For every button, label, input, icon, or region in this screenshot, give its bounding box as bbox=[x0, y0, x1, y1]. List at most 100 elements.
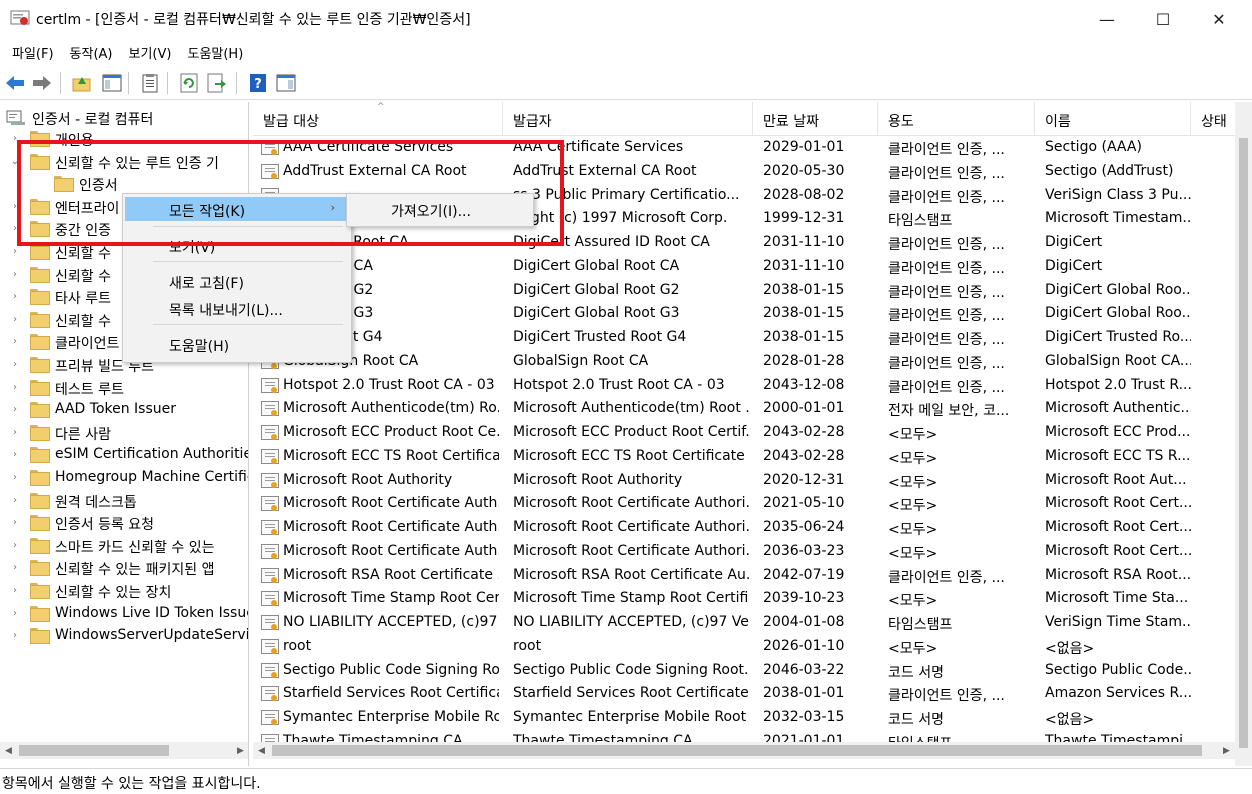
table-row[interactable]: GlobalSign Root CAGlobalSign Root CA2028… bbox=[253, 350, 1243, 374]
column-friendly-name[interactable]: 이름 bbox=[1035, 102, 1191, 136]
menu-help-ctx[interactable]: 도움말(H) bbox=[125, 332, 349, 356]
tree-item[interactable]: › 신뢰할 수 있는 장치 bbox=[0, 579, 248, 602]
tree-root[interactable]: 인증서 - 로컬 컴퓨터 bbox=[0, 106, 248, 129]
table-row[interactable]: Microsoft Root Certificate Auth... Micros… bbox=[253, 492, 1243, 516]
collapsed-chevron-icon[interactable]: › bbox=[10, 534, 20, 557]
table-row[interactable]: Hotspot 2.0 Trust Root CA - 03 Hotspot 2.… bbox=[253, 374, 1243, 398]
collapsed-chevron-icon[interactable]: › bbox=[10, 398, 20, 421]
table-row[interactable]: Microsoft ECC Product Root Ce... Microsof… bbox=[253, 421, 1243, 445]
table-row[interactable]: Sectigo Public Code Signing Ro... Sectigo… bbox=[253, 659, 1243, 683]
collapsed-chevron-icon[interactable]: › bbox=[10, 308, 20, 331]
collapsed-chevron-icon[interactable]: › bbox=[10, 330, 20, 353]
collapsed-chevron-icon[interactable]: › bbox=[10, 353, 20, 376]
list-horizontal-scrollbar[interactable]: ◀ ▶ bbox=[253, 742, 1235, 759]
collapsed-chevron-icon[interactable]: › bbox=[10, 240, 20, 263]
back-arrow-icon[interactable] bbox=[4, 72, 26, 94]
tree-item[interactable]: › 신뢰할 수 있는 패키지된 앱 bbox=[0, 556, 248, 579]
tree-scroll-thumb[interactable] bbox=[19, 745, 169, 756]
menu-action[interactable]: 동작(A) bbox=[62, 40, 121, 64]
table-row[interactable]: Microsoft Authenticode(tm) Ro... Microsof… bbox=[253, 397, 1243, 421]
tree-horizontal-scrollbar[interactable]: ◀ ▶ bbox=[0, 742, 248, 759]
collapsed-chevron-icon[interactable]: › bbox=[10, 285, 20, 308]
column-issued-by[interactable]: 발급자 bbox=[503, 102, 753, 136]
menu-view[interactable]: 보기(V) bbox=[121, 40, 180, 64]
menu-refresh[interactable]: 새로 고침(F) bbox=[125, 269, 349, 293]
tree-item[interactable]: › 다른 사람 bbox=[0, 421, 248, 444]
column-expiration[interactable]: 만료 날짜 bbox=[753, 102, 878, 136]
list-scroll-left-arrow-icon[interactable]: ◀ bbox=[253, 742, 270, 759]
menu-all-tasks[interactable]: 모든 작업(K) › bbox=[125, 197, 349, 221]
help-icon[interactable]: ? bbox=[247, 72, 269, 94]
collapsed-chevron-icon[interactable]: › bbox=[10, 217, 20, 240]
menu-export-list[interactable]: 목록 내보내기(L)... bbox=[125, 296, 349, 320]
table-row[interactable]: obal Root G2DigiCert Global Root G22038-… bbox=[253, 279, 1243, 303]
refresh-icon[interactable] bbox=[178, 72, 200, 94]
action-pane-icon[interactable] bbox=[275, 72, 297, 94]
tree-item[interactable]: 인증서 bbox=[0, 172, 248, 195]
tree-item[interactable]: › 인증서 등록 요청 bbox=[0, 511, 248, 534]
export-list-icon[interactable] bbox=[206, 72, 228, 94]
collapsed-chevron-icon[interactable]: › bbox=[10, 511, 20, 534]
expanded-chevron-icon[interactable]: ⌄ bbox=[10, 150, 20, 173]
collapsed-chevron-icon[interactable]: › bbox=[10, 489, 20, 512]
tree-item[interactable]: › Windows Live ID Token Issue bbox=[0, 602, 248, 625]
show-hide-tree-icon[interactable] bbox=[101, 72, 123, 94]
column-issued-to[interactable]: 발급 대상 ^ bbox=[253, 102, 503, 136]
collapsed-chevron-icon[interactable]: › bbox=[10, 195, 20, 218]
minimize-button[interactable]: — bbox=[1084, 0, 1130, 38]
collapsed-chevron-icon[interactable]: › bbox=[10, 376, 20, 399]
list-vscroll-thumb[interactable] bbox=[1239, 138, 1248, 748]
tree-item[interactable]: › WindowsServerUpdateService bbox=[0, 624, 248, 647]
collapsed-chevron-icon[interactable]: › bbox=[10, 443, 20, 466]
table-row[interactable]: AddTrust External CA Root AddTrust Extern… bbox=[253, 160, 1243, 184]
table-row[interactable]: Microsoft RSA Root Certificate ... Micros… bbox=[253, 564, 1243, 588]
tree-item[interactable]: › 원격 데스크톱 bbox=[0, 489, 248, 512]
tree-item[interactable]: › 개인용 bbox=[0, 127, 248, 150]
tree-item[interactable]: › AAD Token Issuer bbox=[0, 398, 248, 421]
table-row[interactable]: usted Root G4DigiCert Trusted Root G4203… bbox=[253, 326, 1243, 350]
table-row[interactable]: Symantec Enterprise Mobile Ro... Symantec… bbox=[253, 706, 1243, 730]
table-row[interactable]: Microsoft Time Stamp Root Cer... Microsof… bbox=[253, 587, 1243, 611]
menu-file[interactable]: 파일(F) bbox=[4, 40, 62, 64]
table-row[interactable]: Microsoft Root Authority Microsoft Root A… bbox=[253, 469, 1243, 493]
column-purposes[interactable]: 용도 bbox=[878, 102, 1035, 136]
scroll-right-arrow-icon[interactable]: ▶ bbox=[232, 742, 248, 759]
table-row[interactable]: root root 2026-01-10 <모두> <없음> bbox=[253, 635, 1243, 659]
tree-item[interactable]: › 테스트 루트 bbox=[0, 376, 248, 399]
scroll-left-arrow-icon[interactable]: ◀ bbox=[0, 742, 17, 759]
collapsed-chevron-icon[interactable]: › bbox=[10, 556, 20, 579]
table-row[interactable]: Microsoft ECC TS Root Certifica... Micros… bbox=[253, 445, 1243, 469]
cell-purposes: 클라이언트 인증, ... bbox=[888, 379, 1005, 396]
up-folder-icon[interactable] bbox=[71, 72, 93, 94]
properties-icon[interactable] bbox=[139, 72, 161, 94]
collapsed-chevron-icon[interactable]: › bbox=[10, 624, 20, 647]
menu-import[interactable]: 가져오기(I)... bbox=[391, 201, 471, 221]
list-scroll-thumb[interactable] bbox=[272, 745, 1202, 756]
collapsed-chevron-icon[interactable]: › bbox=[10, 421, 20, 444]
table-row[interactable]: AAA Certificate Services AAA Certificate … bbox=[253, 136, 1243, 160]
tree-item[interactable]: › Homegroup Machine Certific bbox=[0, 466, 248, 489]
collapsed-chevron-icon[interactable]: › bbox=[10, 263, 20, 286]
tree-item[interactable]: › eSIM Certification Authorities bbox=[0, 443, 248, 466]
menu-view-ctx[interactable]: 보기(V) › bbox=[125, 233, 349, 257]
table-row[interactable]: ssured ID Root CADigiCert Assured ID Roo… bbox=[253, 231, 1243, 255]
collapsed-chevron-icon[interactable] bbox=[34, 172, 44, 195]
collapsed-chevron-icon[interactable]: › bbox=[10, 579, 20, 602]
list-scroll-right-arrow-icon[interactable]: ▶ bbox=[1218, 742, 1235, 759]
table-row[interactable]: obal Root CADigiCert Global Root CA2031-… bbox=[253, 255, 1243, 279]
forward-arrow-icon[interactable] bbox=[31, 72, 53, 94]
tree-item[interactable]: › 스마트 카드 신뢰할 수 있는 bbox=[0, 534, 248, 557]
collapsed-chevron-icon[interactable]: › bbox=[10, 466, 20, 489]
maximize-button[interactable]: ☐ bbox=[1140, 0, 1186, 38]
table-row[interactable]: obal Root G3DigiCert Global Root G32038-… bbox=[253, 302, 1243, 326]
table-row[interactable]: Microsoft Root Certificate Auth... Micros… bbox=[253, 540, 1243, 564]
menu-help[interactable]: 도움말(H) bbox=[179, 40, 251, 64]
collapsed-chevron-icon[interactable]: › bbox=[10, 602, 20, 625]
tree-item[interactable]: ⌄ 신뢰할 수 있는 루트 인증 기 bbox=[0, 150, 248, 173]
table-row[interactable]: Microsoft Root Certificate Auth... Micros… bbox=[253, 516, 1243, 540]
close-button[interactable]: ✕ bbox=[1196, 0, 1242, 38]
table-row[interactable]: Starfield Services Root Certificat... Sta… bbox=[253, 682, 1243, 706]
table-row[interactable]: NO LIABILITY ACCEPTED, (c)97 ... NO LIABI… bbox=[253, 611, 1243, 635]
list-vertical-scrollbar[interactable] bbox=[1235, 102, 1252, 766]
collapsed-chevron-icon[interactable]: › bbox=[10, 127, 20, 150]
